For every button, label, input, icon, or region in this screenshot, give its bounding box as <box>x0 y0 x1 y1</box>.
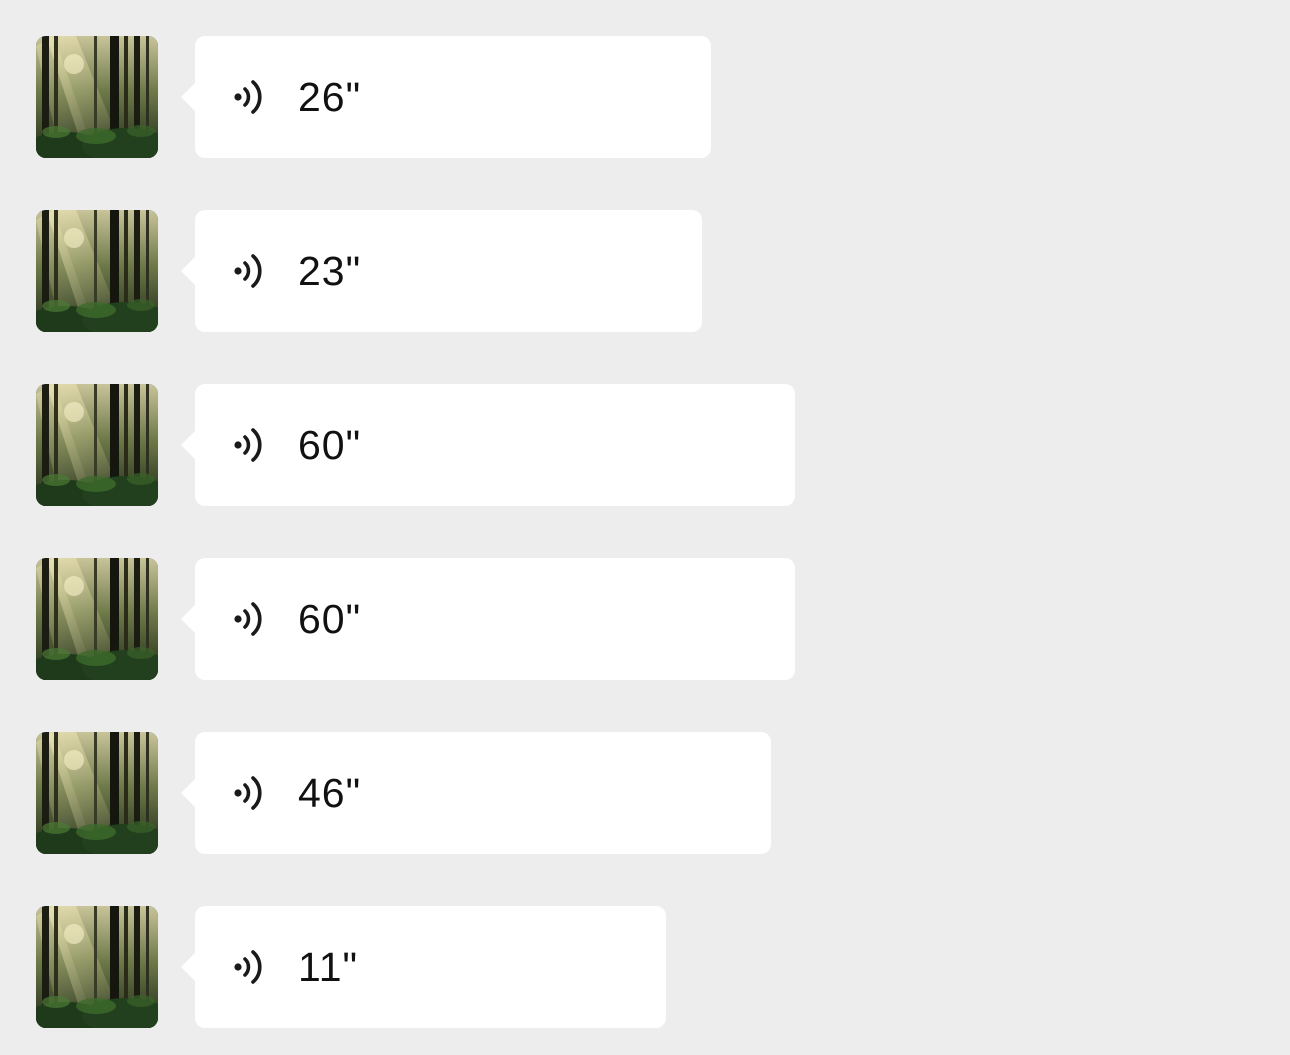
message-row: 26" <box>0 36 1290 160</box>
forest-avatar-image <box>36 210 158 332</box>
voice-duration: 60" <box>298 596 362 642</box>
message-row: 11" <box>0 906 1290 1030</box>
message-row: 60" <box>0 558 1290 682</box>
voice-wave-icon <box>231 252 269 290</box>
voice-message-bubble[interactable]: 11" <box>181 906 666 1028</box>
voice-duration: 60" <box>298 422 362 468</box>
forest-avatar-image <box>36 732 158 854</box>
forest-avatar-image <box>36 906 158 1028</box>
voice-duration: 23" <box>298 248 362 294</box>
avatar[interactable] <box>36 558 158 680</box>
avatar[interactable] <box>36 906 158 1028</box>
voice-duration: 46" <box>298 770 362 816</box>
voice-wave-icon <box>231 948 269 986</box>
avatar[interactable] <box>36 210 158 332</box>
voice-message-bubble[interactable]: 23" <box>181 210 702 332</box>
avatar[interactable] <box>36 384 158 506</box>
voice-wave-icon <box>231 426 269 464</box>
message-row: 60" <box>0 384 1290 508</box>
forest-avatar-image <box>36 384 158 506</box>
voice-message-bubble[interactable]: 60" <box>181 558 795 680</box>
forest-avatar-image <box>36 558 158 680</box>
avatar[interactable] <box>36 36 158 158</box>
voice-wave-icon <box>231 600 269 638</box>
voice-duration: 26" <box>298 74 362 120</box>
chat-message-list: 26" 23" 60" 60" 46" 11" <box>0 0 1290 1055</box>
voice-duration: 11" <box>298 944 359 990</box>
voice-message-bubble[interactable]: 60" <box>181 384 795 506</box>
voice-message-bubble[interactable]: 26" <box>181 36 711 158</box>
avatar[interactable] <box>36 732 158 854</box>
message-row: 23" <box>0 210 1290 334</box>
forest-avatar-image <box>36 36 158 158</box>
voice-wave-icon <box>231 78 269 116</box>
message-row: 46" <box>0 732 1290 856</box>
voice-wave-icon <box>231 774 269 812</box>
voice-message-bubble[interactable]: 46" <box>181 732 771 854</box>
